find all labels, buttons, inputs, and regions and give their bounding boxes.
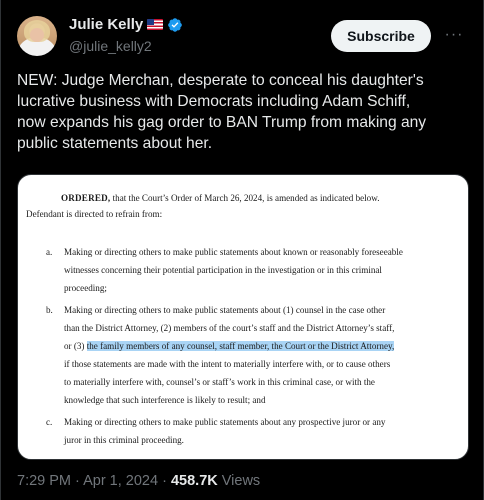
separator: · bbox=[158, 473, 171, 489]
avatar[interactable] bbox=[17, 16, 57, 56]
name-row: Julie Kelly bbox=[69, 16, 183, 33]
item-c-marker: c. bbox=[46, 417, 53, 427]
user-handle[interactable]: @julie_kelly2 bbox=[69, 38, 152, 54]
tweet-text-line: NEW: Judge Merchan, desperate to conceal… bbox=[17, 72, 424, 89]
ordered-line: ORDERED, that the Court’s Order of March… bbox=[61, 191, 379, 205]
verified-badge-icon bbox=[168, 17, 183, 32]
tweet-header: Julie Kelly @julie_kelly2 Subscribe ··· bbox=[17, 14, 469, 62]
tweet-time[interactable]: 7:29 PM bbox=[17, 473, 71, 489]
display-name[interactable]: Julie Kelly bbox=[69, 16, 143, 33]
tweet-container: Julie Kelly @julie_kelly2 Subscribe ··· … bbox=[0, 0, 484, 500]
item-b-prefix: or (3) bbox=[64, 341, 87, 351]
tweet-metadata: 7:29 PM · Apr 1, 2024 · 458.7K Views bbox=[17, 473, 260, 489]
separator: · bbox=[71, 473, 84, 489]
views-label: Views bbox=[217, 473, 261, 489]
ordered-heading: ORDERED, bbox=[61, 193, 111, 203]
tweet-text-line: now expands his gag order to BAN Trump f… bbox=[17, 114, 427, 131]
item-c-line: juror in this criminal proceeding. bbox=[64, 435, 184, 445]
item-b-line: Making or directing others to make publi… bbox=[64, 305, 386, 315]
tweet-text: NEW: Judge Merchan, desperate to conceal… bbox=[17, 70, 469, 154]
tweet-date[interactable]: Apr 1, 2024 bbox=[83, 473, 158, 489]
item-a-line: proceeding; bbox=[64, 283, 107, 293]
item-b-line: if those statements are made with the in… bbox=[64, 359, 391, 369]
subscribe-button[interactable]: Subscribe bbox=[331, 20, 431, 52]
highlighted-text: the family members of any counsel, staff… bbox=[86, 341, 395, 351]
item-b-marker: b. bbox=[46, 305, 53, 315]
item-a-marker: a. bbox=[46, 247, 53, 257]
item-b-line-highlighted: or (3) the family members of any counsel… bbox=[64, 339, 395, 353]
more-options-icon[interactable]: ··· bbox=[443, 26, 465, 46]
attached-image[interactable]: ORDERED, that the Court’s Order of March… bbox=[17, 174, 469, 460]
views-count: 458.7K bbox=[170, 473, 218, 489]
item-b-line: to materially interfere with, counsel’s … bbox=[64, 377, 375, 387]
tweet-text-line: public statements about her. bbox=[17, 135, 213, 152]
intro-line: Defendant is directed to refrain from: bbox=[26, 209, 163, 219]
item-a-line: witnesses concerning their potential par… bbox=[64, 265, 382, 275]
us-flag-icon bbox=[147, 19, 164, 30]
item-b-line: than the District Attorney, (2) members … bbox=[64, 323, 395, 333]
item-b-line: knowledge that such interference is like… bbox=[64, 395, 266, 405]
ordered-text: that the Court’s Order of March 26, 2024… bbox=[110, 193, 380, 203]
item-a-line: Making or directing others to make publi… bbox=[64, 247, 403, 257]
item-c-line: Making or directing others to make publi… bbox=[64, 417, 386, 427]
tweet-text-line: lucrative business with Democrats includ… bbox=[17, 93, 411, 110]
court-order-document: ORDERED, that the Court’s Order of March… bbox=[18, 175, 468, 459]
